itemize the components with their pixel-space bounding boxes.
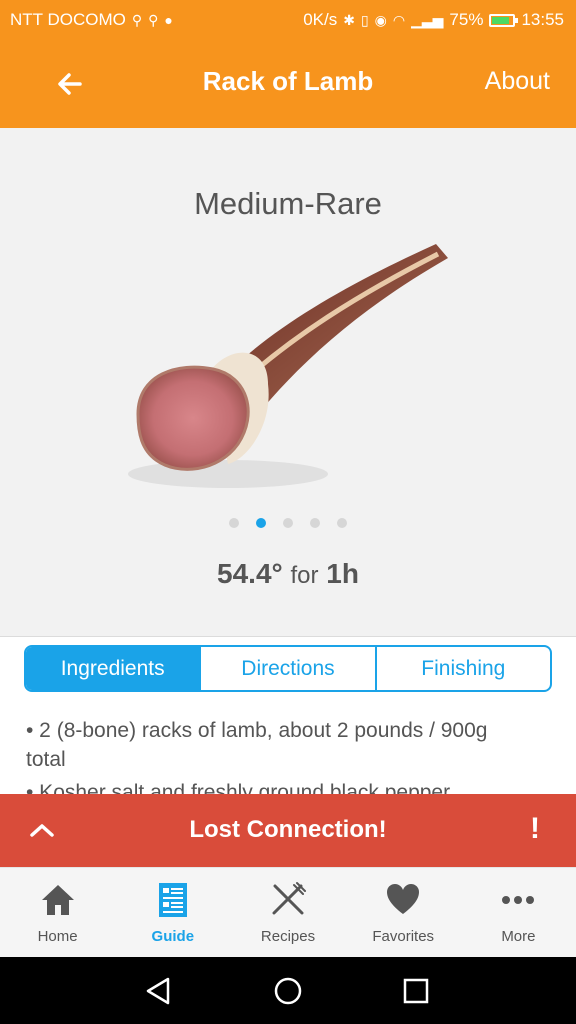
carrier-label: NTT DOCOMO xyxy=(10,10,126,29)
connection-banner[interactable]: Lost Connection! ! xyxy=(0,794,576,867)
about-button[interactable]: About xyxy=(485,67,550,96)
nav-more[interactable]: More xyxy=(461,868,576,958)
bluetooth-icon: ✱ xyxy=(343,11,355,28)
temperature-for: for xyxy=(290,562,319,589)
vibrate-icon: ▯ xyxy=(360,11,369,28)
bottom-navigation: Home Guide Recipes Favorites More xyxy=(0,867,576,958)
nav-guide[interactable]: Guide xyxy=(115,868,230,958)
page-dot[interactable] xyxy=(283,518,293,528)
nav-label: Recipes xyxy=(260,928,316,945)
usb-icon: ⚲ xyxy=(131,11,143,28)
clock: 13:55 xyxy=(521,10,564,29)
battery-icon xyxy=(489,13,519,27)
tab-finishing[interactable]: Finishing xyxy=(377,647,550,690)
nav-label: Favorites xyxy=(372,928,435,945)
signal-icon: ▁▃▅ xyxy=(411,11,444,28)
lamb-chop-image xyxy=(128,244,448,488)
divider xyxy=(0,636,576,637)
home-icon xyxy=(41,885,74,915)
favorites-icon xyxy=(387,884,420,914)
nav-home[interactable]: Home xyxy=(0,868,115,958)
more-icon xyxy=(502,896,535,904)
nav-label: Guide xyxy=(151,928,195,945)
cook-time: 1h xyxy=(326,558,359,589)
nav-favorites[interactable]: Favorites xyxy=(346,868,461,958)
app-bar: Rack of Lamb About xyxy=(0,40,576,128)
doneness-carousel[interactable]: Medium-Rare 54.4° for 1h xyxy=(0,128,576,636)
status-bar: NTT DOCOMO ⚲ ⚲ ● 0K/s ✱ ▯ ◉ ◠ ▁▃▅ 75% 13… xyxy=(0,0,576,40)
tab-directions[interactable]: Directions xyxy=(201,647,377,690)
page-dot[interactable] xyxy=(256,518,266,528)
chat-icon: ● xyxy=(164,11,173,28)
wifi-icon: ◠ xyxy=(392,11,406,28)
page-dot[interactable] xyxy=(337,518,347,528)
recipe-tabs: Ingredients Directions Finishing xyxy=(24,645,552,692)
usb-icon: ⚲ xyxy=(148,11,159,28)
recipes-icon xyxy=(272,882,306,915)
nav-label: Home xyxy=(37,928,78,945)
back-triangle-icon[interactable] xyxy=(140,973,176,1009)
home-circle-icon[interactable] xyxy=(270,973,306,1009)
cook-temperature: 54.4° for 1h xyxy=(0,558,576,590)
doneness-label: Medium-Rare xyxy=(194,186,382,221)
list-item: • 2 (8-bone) racks of lamb, about 2 poun… xyxy=(26,719,488,771)
temperature-value: 54.4° xyxy=(217,558,283,589)
nav-label: More xyxy=(501,928,536,945)
battery-percent: 75% xyxy=(449,10,484,29)
nav-recipes[interactable]: Recipes xyxy=(230,868,345,958)
recents-square-icon[interactable] xyxy=(398,973,434,1009)
alert-icon: ! xyxy=(530,812,540,845)
page-dot[interactable] xyxy=(229,518,239,528)
page-dot[interactable] xyxy=(310,518,320,528)
tab-ingredients[interactable]: Ingredients xyxy=(26,647,202,690)
connection-message: Lost Connection! xyxy=(189,816,387,843)
network-speed: 0K/s xyxy=(303,10,338,29)
system-navigation-bar xyxy=(0,957,576,1024)
eye-icon: ◉ xyxy=(374,11,387,28)
page-indicator[interactable] xyxy=(0,518,576,528)
guide-icon xyxy=(158,883,187,917)
